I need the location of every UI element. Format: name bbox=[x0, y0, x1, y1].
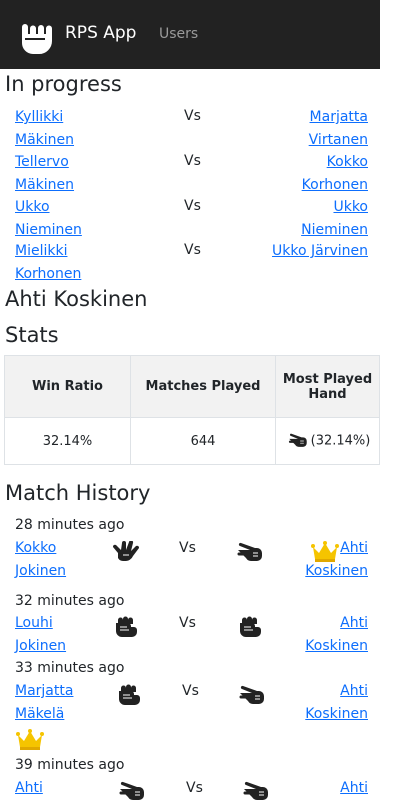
player-last-name[interactable]: Virtanen bbox=[309, 132, 368, 148]
matches-played-header: Matches Played bbox=[130, 355, 276, 418]
in-progress-right-player[interactable]: Ukko Järvinen bbox=[228, 240, 368, 263]
history-left-player[interactable]: Kokko Jokinen bbox=[15, 537, 75, 582]
vs-label: Vs bbox=[182, 683, 199, 699]
rock-icon bbox=[115, 684, 143, 706]
player-last-name[interactable]: Nieminen bbox=[15, 222, 82, 238]
match-time: 28 minutes ago bbox=[15, 517, 125, 533]
in-progress-left-player[interactable]: Mielikki Korhonen bbox=[15, 240, 125, 285]
player-name-heading: Ahti Koskinen bbox=[5, 287, 148, 311]
vs-label: Vs bbox=[184, 108, 201, 124]
player-last-name[interactable]: Mäkinen bbox=[15, 132, 74, 148]
player-first-name[interactable]: Ahti bbox=[340, 615, 368, 631]
win-ratio-value: 32.14% bbox=[4, 417, 131, 465]
player-first-name[interactable]: Ahti bbox=[15, 780, 43, 796]
match-history-heading: Match History bbox=[5, 481, 151, 505]
player-first-name[interactable]: Tellervo bbox=[15, 154, 69, 170]
player-last-name[interactable]: Mäkelä bbox=[15, 706, 64, 722]
matches-played-value: 644 bbox=[130, 417, 276, 465]
in-progress-heading: In progress bbox=[5, 72, 122, 96]
navbar: RPS App Users bbox=[0, 0, 380, 69]
player-first-name[interactable]: Ahti bbox=[340, 540, 368, 556]
player-first-name[interactable]: Marjatta bbox=[310, 109, 368, 125]
in-progress-left-player[interactable]: Ukko Nieminen bbox=[15, 196, 125, 241]
player-last-name[interactable]: Nieminen bbox=[301, 222, 368, 238]
most-played-hand-cell: (32.14%) bbox=[275, 417, 380, 465]
player-first-name[interactable]: Ahti bbox=[340, 780, 368, 796]
history-left-player[interactable]: Louhi Jokinen bbox=[15, 612, 75, 657]
history-left-player[interactable]: Marjatta Mäkelä bbox=[15, 680, 85, 725]
in-progress-right-player[interactable]: Marjatta Virtanen bbox=[238, 106, 368, 151]
player-last-name[interactable]: Jokinen bbox=[15, 638, 66, 654]
fist-icon[interactable] bbox=[15, 13, 61, 59]
history-right-player[interactable]: Ahti Koskinen bbox=[238, 612, 368, 657]
player-last-name[interactable]: Korhonen bbox=[15, 266, 81, 282]
crown-icon bbox=[16, 728, 44, 750]
player-last-name[interactable]: Korhonen bbox=[302, 177, 368, 193]
player-first-name[interactable]: Louhi bbox=[15, 615, 53, 631]
most-played-hand-value: (32.14%) bbox=[310, 433, 371, 449]
match-time: 39 minutes ago bbox=[15, 757, 125, 773]
player-last-name[interactable]: Mäkinen bbox=[15, 177, 74, 193]
player-full-name[interactable]: Ukko Järvinen bbox=[272, 243, 368, 259]
history-right-player[interactable]: Ahti Koskinen bbox=[238, 680, 368, 725]
stats-heading: Stats bbox=[5, 323, 59, 347]
vs-label: Vs bbox=[184, 198, 201, 214]
player-last-name[interactable]: Koskinen bbox=[305, 638, 368, 654]
in-progress-left-player[interactable]: Tellervo Mäkinen bbox=[15, 151, 125, 196]
paper-icon bbox=[112, 541, 140, 563]
brand-name[interactable]: RPS App bbox=[65, 23, 136, 43]
player-first-name[interactable]: Ukko bbox=[15, 199, 50, 215]
vs-label: Vs bbox=[186, 780, 203, 796]
in-progress-right-player[interactable]: Kokko Korhonen bbox=[238, 151, 368, 196]
rock-icon bbox=[112, 616, 140, 638]
match-time: 33 minutes ago bbox=[15, 660, 125, 676]
player-first-name[interactable]: Ukko bbox=[333, 199, 368, 215]
player-first-name[interactable]: Kokko bbox=[15, 540, 56, 556]
nav-users-link[interactable]: Users bbox=[159, 26, 198, 42]
scissors-icon bbox=[285, 433, 311, 449]
player-last-name[interactable]: Koskinen bbox=[305, 563, 368, 579]
in-progress-right-player[interactable]: Ukko Nieminen bbox=[238, 196, 368, 241]
player-last-name[interactable]: Jokinen bbox=[15, 563, 66, 579]
stats-table: Win Ratio Matches Played Most Played Han… bbox=[4, 355, 380, 465]
player-first-name[interactable]: Ahti bbox=[340, 683, 368, 699]
scissors-icon bbox=[118, 781, 146, 803]
player-first-name[interactable]: Marjatta bbox=[15, 683, 73, 699]
vs-label: Vs bbox=[179, 615, 196, 631]
player-first-name[interactable]: Kokko bbox=[327, 154, 368, 170]
history-left-player[interactable]: Ahti bbox=[15, 777, 75, 800]
history-right-player[interactable]: Ahti Koskinen bbox=[238, 537, 368, 582]
player-first-name[interactable]: Mielikki bbox=[15, 243, 67, 259]
in-progress-left-player[interactable]: Kyllikki Mäkinen bbox=[15, 106, 125, 151]
vs-label: Vs bbox=[184, 242, 201, 258]
match-time: 32 minutes ago bbox=[15, 593, 125, 609]
player-last-name[interactable]: Koskinen bbox=[305, 706, 368, 722]
most-played-hand-header: Most Played Hand bbox=[275, 355, 380, 418]
player-first-name[interactable]: Kyllikki bbox=[15, 109, 63, 125]
vs-label: Vs bbox=[184, 153, 201, 169]
win-ratio-header: Win Ratio bbox=[4, 355, 131, 418]
vs-label: Vs bbox=[179, 540, 196, 556]
history-right-player[interactable]: Ahti bbox=[238, 777, 368, 800]
